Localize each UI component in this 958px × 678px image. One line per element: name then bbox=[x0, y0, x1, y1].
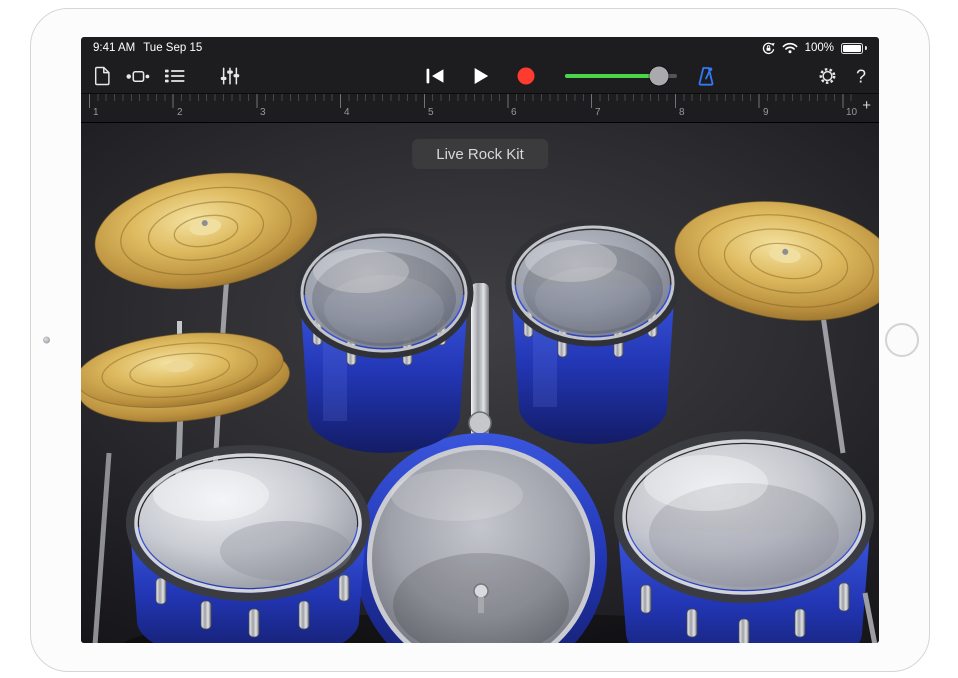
ruler-mark: 10 bbox=[846, 107, 857, 118]
transport-controls bbox=[426, 67, 535, 86]
ride-cymbal[interactable] bbox=[667, 188, 879, 334]
drum-kit-illustration bbox=[81, 123, 879, 643]
hi-hat[interactable] bbox=[81, 323, 293, 432]
question-icon: ? bbox=[856, 67, 866, 85]
track-controls-button[interactable] bbox=[165, 69, 185, 84]
gear-icon bbox=[817, 66, 838, 87]
ruler-mark: 6 bbox=[511, 107, 517, 118]
record-icon bbox=[518, 68, 535, 85]
tracks-view-button[interactable] bbox=[126, 69, 150, 83]
volume-fill bbox=[565, 74, 659, 78]
faders-icon bbox=[220, 67, 240, 86]
snare-drum[interactable] bbox=[130, 449, 366, 643]
metronome-icon bbox=[695, 65, 717, 87]
tom-high[interactable] bbox=[298, 231, 470, 453]
ruler-mark: 5 bbox=[428, 107, 434, 118]
status-date: Tue Sep 15 bbox=[143, 42, 202, 54]
kit-selector-button[interactable]: Live Rock Kit bbox=[412, 139, 548, 169]
status-left: 9:41 AM Tue Sep 15 bbox=[93, 42, 202, 54]
settings-button[interactable] bbox=[817, 66, 838, 87]
tom-mid[interactable] bbox=[509, 223, 677, 444]
help-button[interactable]: ? bbox=[856, 67, 866, 85]
rotation-lock-icon bbox=[762, 42, 775, 55]
ruler-mark: 2 bbox=[177, 107, 183, 118]
ruler-mark: 1 bbox=[93, 107, 99, 118]
status-time: 9:41 AM bbox=[93, 42, 135, 54]
drums-instrument-area[interactable]: Live Rock Kit bbox=[81, 123, 879, 643]
ruler-mark: 4 bbox=[344, 107, 350, 118]
control-bar: ? bbox=[81, 59, 879, 94]
my-songs-button[interactable] bbox=[94, 67, 111, 86]
go-to-beginning-button[interactable] bbox=[426, 68, 445, 85]
track-view-icon bbox=[126, 69, 150, 83]
wifi-icon bbox=[782, 42, 798, 54]
floor-tom[interactable] bbox=[618, 435, 875, 643]
home-button[interactable] bbox=[885, 323, 919, 357]
skip-back-icon bbox=[426, 68, 445, 85]
status-right: 100% bbox=[762, 42, 867, 55]
play-icon bbox=[473, 67, 490, 86]
document-icon bbox=[94, 67, 111, 86]
toolbar-left-group bbox=[94, 67, 240, 86]
timeline-ruler[interactable]: 1 2 3 4 5 6 7 8 9 10 + bbox=[81, 94, 879, 123]
ruler-mark: 7 bbox=[595, 107, 601, 118]
ruler-mark: 8 bbox=[679, 107, 685, 118]
battery-nub bbox=[865, 46, 867, 50]
ruler-mark: 9 bbox=[763, 107, 769, 118]
ipad-device-frame: 9:41 AM Tue Sep 15 100% bbox=[30, 8, 930, 672]
toolbar-right-group: ? bbox=[817, 66, 866, 87]
front-camera bbox=[43, 337, 50, 344]
garageband-screen: 9:41 AM Tue Sep 15 100% bbox=[81, 37, 879, 643]
metronome-button[interactable] bbox=[695, 65, 717, 87]
battery-percent: 100% bbox=[805, 42, 834, 54]
battery-icon bbox=[841, 43, 863, 54]
play-button[interactable] bbox=[473, 67, 490, 86]
master-volume-slider[interactable] bbox=[565, 74, 677, 78]
volume-knob[interactable] bbox=[650, 67, 669, 86]
ruler-mark: 3 bbox=[260, 107, 266, 118]
track-list-icon bbox=[165, 69, 185, 84]
crash-cymbal[interactable] bbox=[87, 158, 326, 304]
ruler-plus-button[interactable]: + bbox=[862, 98, 871, 113]
record-button[interactable] bbox=[518, 68, 535, 85]
kick-drum[interactable] bbox=[355, 433, 607, 643]
mixer-button[interactable] bbox=[220, 67, 240, 86]
page: 9:41 AM Tue Sep 15 100% bbox=[0, 0, 958, 678]
status-bar: 9:41 AM Tue Sep 15 100% bbox=[81, 37, 879, 59]
